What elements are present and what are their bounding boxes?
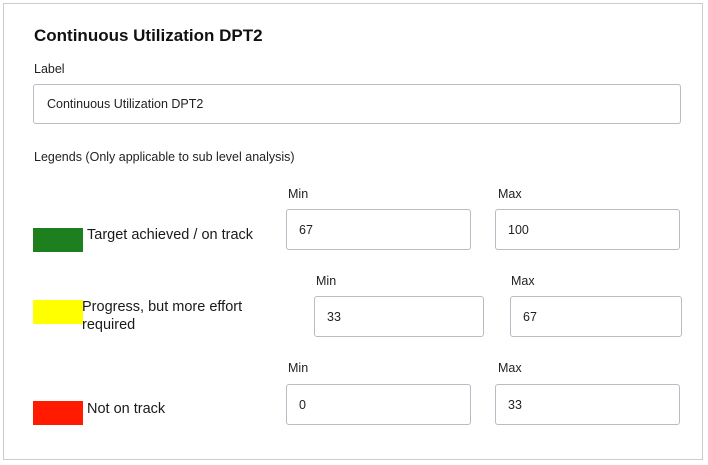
legends-caption: Legends (Only applicable to sub level an… (34, 150, 295, 164)
panel-title: Continuous Utilization DPT2 (34, 26, 263, 45)
label-input[interactable] (33, 84, 681, 124)
legend-label-not-on-track: Not on track (87, 401, 166, 417)
min-input-progress[interactable] (314, 296, 484, 337)
label-field-caption: Label (34, 62, 65, 76)
red-color-swatch[interactable] (33, 401, 83, 425)
min-caption: Min (288, 187, 309, 201)
max-input-not-on-track[interactable] (495, 384, 680, 425)
min-input-not-on-track[interactable] (286, 384, 471, 425)
max-caption: Max (511, 274, 535, 288)
legend-label-progress-line2: required (82, 317, 136, 333)
green-color-swatch[interactable] (33, 228, 83, 252)
max-caption: Max (498, 361, 522, 375)
yellow-color-swatch[interactable] (33, 300, 83, 324)
legend-label-progress: Progress, but more effort required (82, 298, 242, 334)
legend-label-on-track: Target achieved / on track (87, 227, 254, 243)
legend-settings-panel: Continuous Utilization DPT2 Label Legend… (3, 3, 703, 460)
max-input-on-track[interactable] (495, 209, 680, 250)
legend-label-progress-line1: Progress, but more effort (82, 299, 243, 315)
max-input-progress[interactable] (510, 296, 682, 337)
max-caption: Max (498, 187, 522, 201)
min-caption: Min (288, 361, 309, 375)
min-caption: Min (316, 274, 337, 288)
min-input-on-track[interactable] (286, 209, 471, 250)
